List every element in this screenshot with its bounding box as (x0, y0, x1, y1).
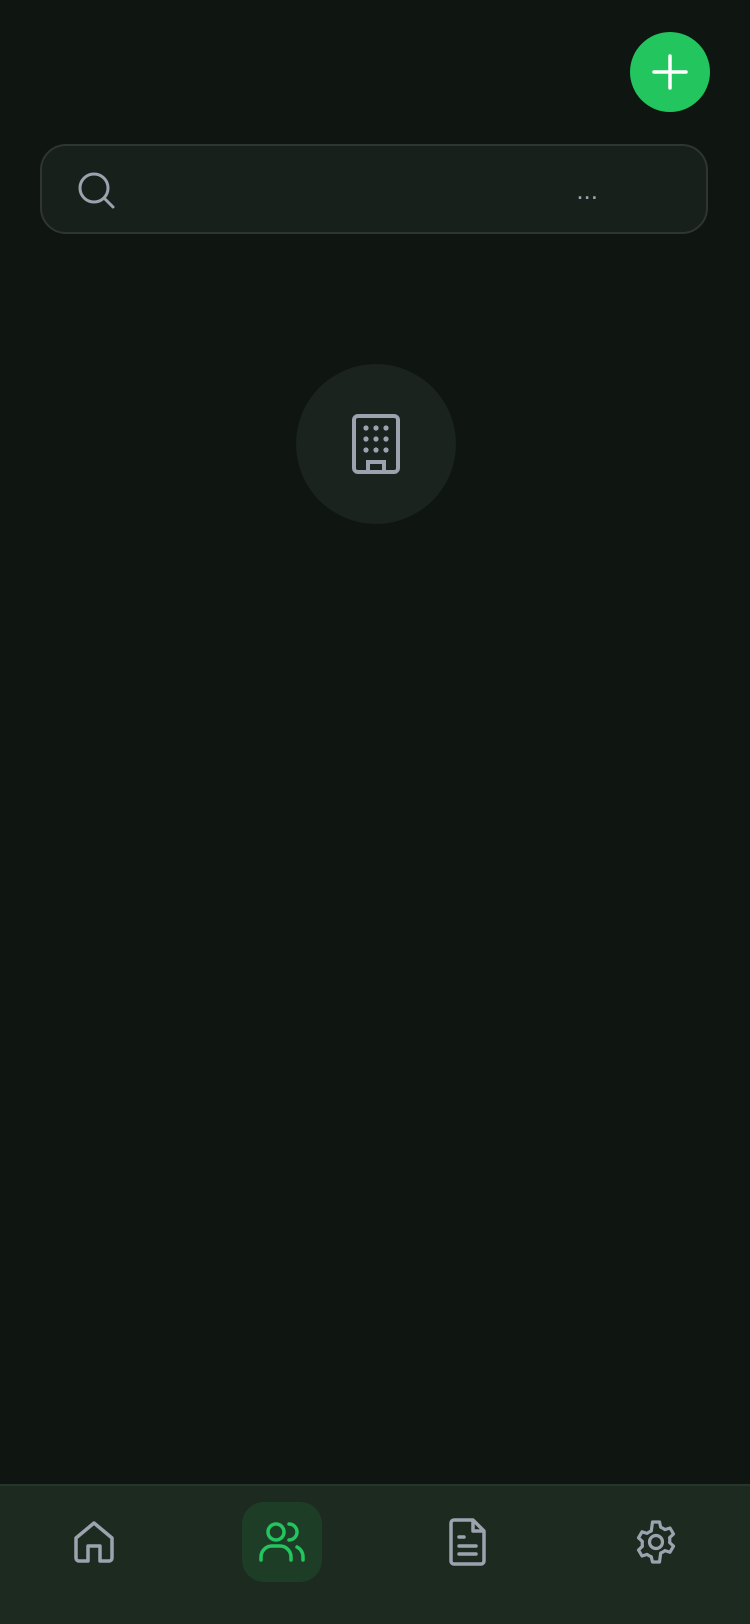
plus-icon (652, 54, 688, 90)
building-icon (352, 414, 400, 474)
gear-icon (636, 1520, 676, 1564)
search-bar[interactable] (40, 144, 708, 234)
users-icon (259, 1522, 305, 1562)
add-button[interactable] (630, 32, 710, 112)
bottom-navigation (0, 1484, 750, 1624)
nav-contacts[interactable] (242, 1502, 322, 1582)
screen (0, 0, 750, 1624)
home-icon (74, 1521, 114, 1563)
empty-state-illustration (296, 364, 456, 524)
nav-documents[interactable] (428, 1502, 508, 1582)
nav-settings[interactable] (616, 1502, 696, 1582)
nav-home[interactable] (54, 1502, 134, 1582)
document-icon (449, 1518, 486, 1566)
search-icon (78, 172, 115, 209)
search-input[interactable] (138, 168, 678, 212)
